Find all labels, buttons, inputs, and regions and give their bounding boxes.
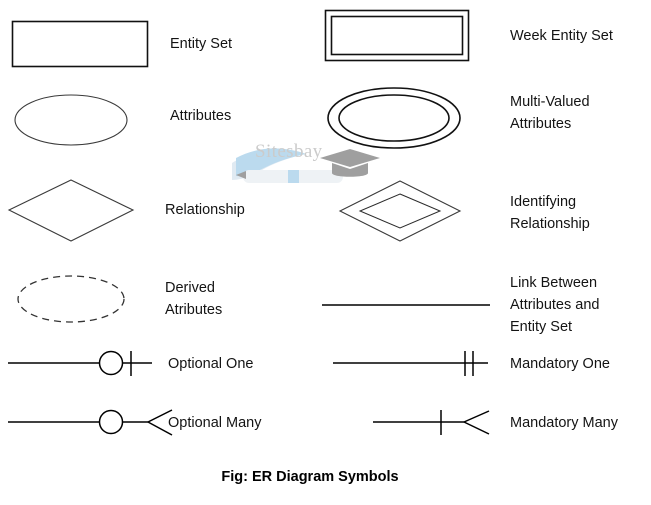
derived-attributes-label-line1: Derived (165, 280, 215, 296)
watermark-scroll-band (288, 170, 299, 183)
link-label-line2: Attributes and (510, 297, 599, 313)
watermark-text: Sitesbay (255, 141, 323, 162)
multi-valued-attributes-label-line1: Multi-Valued (510, 94, 590, 110)
figure-caption: Fig: ER Diagram Symbols (221, 469, 398, 485)
optional-one-label: Optional One (168, 356, 253, 372)
mandatory-one-label: Mandatory One (510, 356, 610, 372)
identifying-relationship-label-line1: Identifying (510, 194, 576, 210)
identifying-relationship-label-line2: Relationship (510, 216, 590, 232)
link-label-line3: Entity Set (510, 319, 572, 335)
weak-entity-set-label: Week Entity Set (510, 28, 613, 44)
optional-many-label: Optional Many (168, 415, 262, 431)
er-diagram-symbols-figure: Entity Set Week Entity Set Attributes Mu… (0, 0, 651, 505)
attributes-label: Attributes (170, 108, 231, 124)
mandatory-many-label: Mandatory Many (510, 415, 619, 431)
derived-attributes-label-line2: Atributes (165, 302, 222, 318)
multi-valued-attributes-label-line2: Attributes (510, 116, 571, 132)
link-label-line1: Link Between (510, 275, 597, 291)
entity-set-label: Entity Set (170, 36, 232, 52)
relationship-label: Relationship (165, 202, 245, 218)
